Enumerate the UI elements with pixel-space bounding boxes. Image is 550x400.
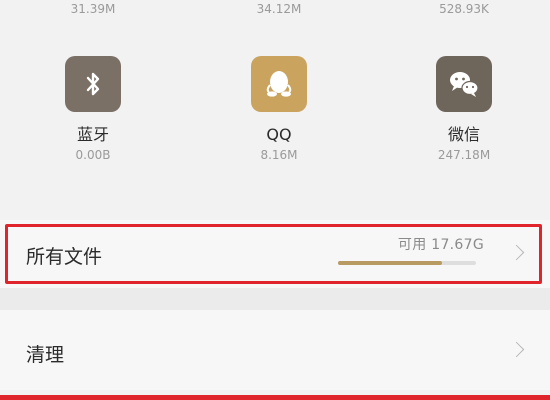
app-wechat[interactable]: 微信 247.18M [404,56,524,162]
app-grid: 蓝牙 0.00B QQ 8.16M 微信 247.18M [0,24,550,204]
top-size-3: 528.93K [439,2,489,16]
app-name: 蓝牙 [76,125,109,144]
section-divider [0,288,550,310]
top-size-row: 31.39M 34.12M 528.93K [0,0,550,24]
highlight-box-edge [0,395,550,400]
chevron-right-icon [508,341,525,358]
storage-bar-fill [338,261,442,265]
app-size: 247.18M [437,148,491,162]
top-size-1: 31.39M [70,2,116,16]
app-size: 0.00B [75,148,111,162]
app-qq[interactable]: QQ 8.16M [219,56,339,162]
all-files-label: 所有文件 [26,246,103,268]
app-bluetooth[interactable]: 蓝牙 0.00B [33,56,153,162]
top-size-2: 34.12M [256,2,302,16]
available-space: 可用 17.67G [397,237,484,253]
wechat-icon [436,56,492,112]
all-files-row[interactable]: 所有文件 可用 17.67G [0,220,550,288]
clean-label: 清理 [26,344,65,366]
app-name: 微信 [447,125,480,144]
storage-bar [338,261,476,265]
clean-row[interactable]: 清理 [0,310,550,390]
qq-penguin-icon [251,56,307,112]
app-name: QQ [266,125,292,144]
bluetooth-icon [65,56,121,112]
app-size: 8.16M [260,148,298,162]
